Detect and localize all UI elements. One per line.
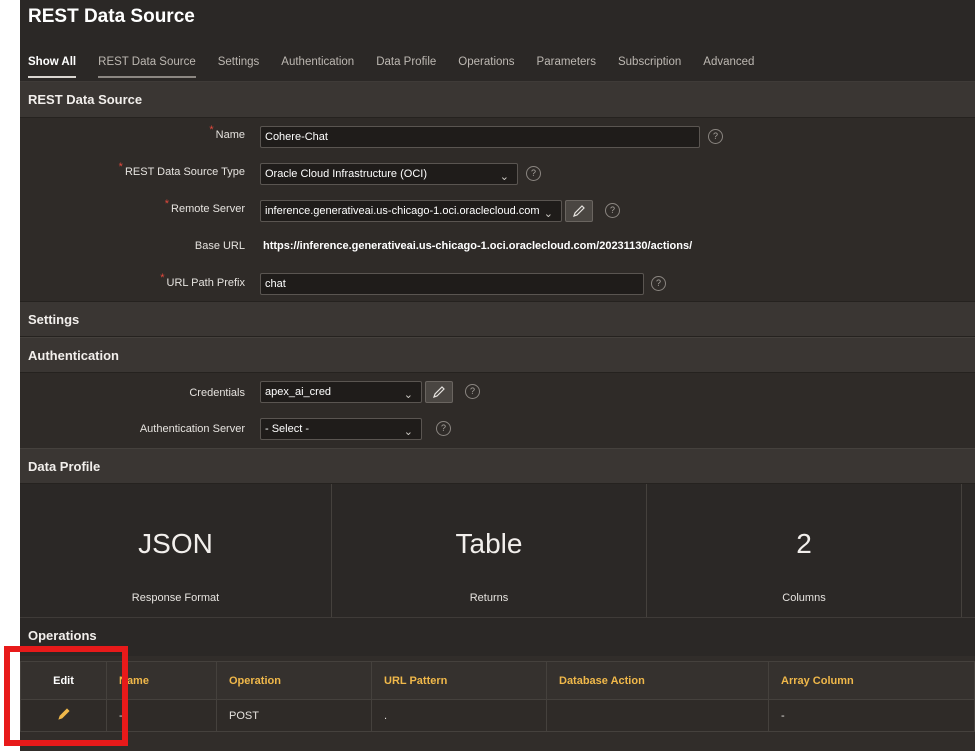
pencil-icon[interactable] (56, 706, 72, 722)
response-format-card: JSON Response Format (20, 484, 332, 617)
tab-show-all[interactable]: Show All (28, 56, 77, 78)
help-icon[interactable]: ? (436, 421, 451, 436)
column-header-url-pattern[interactable]: URL Pattern (371, 661, 547, 700)
table-header-row: Edit Name Operation URL Pattern Database… (20, 661, 975, 700)
tab-parameters[interactable]: Parameters (537, 56, 596, 78)
required-marker: * (118, 161, 123, 173)
auth-server-label: Authentication Server (139, 423, 245, 435)
tab-settings[interactable]: Settings (218, 56, 260, 78)
response-format-label: Response Format (131, 592, 220, 604)
returns-card: Table Returns (332, 484, 647, 617)
edit-server-button[interactable] (565, 200, 593, 222)
remote-server-select[interactable]: inference.generativeai.us-chicago-1.oci.… (260, 200, 562, 222)
edit-row-cell[interactable] (20, 699, 107, 732)
operations-section-title: Operations (20, 618, 975, 656)
required-marker: * (160, 272, 165, 284)
rest-data-source-section: * Name Cohere-Chat ? * REST Data Source Ty… (20, 118, 975, 301)
chevron-down-icon: ⌄ (403, 389, 413, 401)
column-header-array-column[interactable]: Array Column (768, 661, 975, 700)
column-header-database-action[interactable]: Database Action (546, 661, 769, 700)
pencil-icon (573, 205, 585, 217)
server-label: * Remote Server (164, 198, 245, 215)
help-icon[interactable]: ? (526, 166, 541, 181)
edit-credentials-button[interactable] (425, 381, 453, 403)
auth-server-select[interactable]: - Select - ⌄ (260, 418, 422, 440)
type-select[interactable]: Oracle Cloud Infrastructure (OCI) ⌄ (260, 163, 518, 185)
type-label: * REST Data Source Type (118, 161, 245, 178)
page-title: REST Data Source (28, 6, 195, 27)
credentials-select[interactable]: apex_ai_cred ⌄ (260, 381, 422, 403)
help-icon[interactable]: ? (651, 276, 666, 291)
tab-data-profile[interactable]: Data Profile (376, 56, 436, 78)
columns-card: 2 Columns (647, 484, 962, 617)
columns-label: Columns (782, 592, 826, 604)
row-url-pattern: . (371, 699, 547, 732)
columns-value: 2 (796, 528, 812, 559)
tab-advanced[interactable]: Advanced (703, 56, 754, 78)
returns-label: Returns (469, 592, 509, 604)
table-row: - POST . - (20, 699, 975, 732)
url-path-prefix-field[interactable]: chat (260, 273, 644, 295)
row-array-column: - (768, 699, 975, 732)
operations-table: Edit Name Operation URL Pattern Database… (20, 661, 975, 732)
credentials-label: Credentials (189, 387, 245, 399)
chevron-down-icon: ⌄ (403, 426, 413, 438)
name-label: * Name (209, 124, 245, 141)
help-icon[interactable]: ? (708, 129, 723, 144)
row-database-action (546, 699, 769, 732)
data-profile-section-title: Data Profile (20, 448, 975, 484)
row-operation: POST (216, 699, 372, 732)
chevron-down-icon: ⌄ (543, 208, 553, 220)
base-url-label: Base URL (194, 240, 245, 252)
required-marker: * (164, 198, 170, 210)
authentication-section-title: Authentication (20, 337, 975, 373)
tab-rest-data-source[interactable]: REST Data Source (98, 56, 196, 78)
response-format-value: JSON (138, 528, 213, 559)
prefix-label: * URL Path Prefix (160, 272, 245, 289)
column-header-name[interactable]: Name (106, 661, 217, 700)
app-window: REST Data Source Show All REST Data Sour… (20, 0, 975, 751)
authentication-section: Credentials apex_ai_cred ⌄ ? Authenticat… (20, 373, 975, 448)
returns-value: Table (455, 528, 523, 559)
base-url-value: https://inference.generativeai.us-chicag… (263, 240, 693, 252)
tab-operations[interactable]: Operations (458, 56, 514, 78)
rest-data-source-section-title: REST Data Source (20, 82, 975, 118)
settings-section-title: Settings (20, 301, 975, 337)
chevron-down-icon: ⌄ (499, 171, 509, 183)
tab-bar: Show All REST Data Source Settings Authe… (28, 56, 776, 78)
data-profile-cards: JSON Response Format Table Returns 2 Col… (20, 484, 975, 618)
column-header-edit: Edit (20, 661, 107, 700)
help-icon[interactable]: ? (465, 384, 480, 399)
help-icon[interactable]: ? (605, 203, 620, 218)
pencil-icon (433, 386, 445, 398)
column-header-operation[interactable]: Operation (216, 661, 372, 700)
tab-authentication[interactable]: Authentication (281, 56, 354, 78)
row-name: - (106, 699, 217, 732)
required-marker: * (209, 124, 214, 136)
tab-subscription[interactable]: Subscription (618, 56, 681, 78)
name-field[interactable]: Cohere-Chat (260, 126, 700, 148)
page-header: REST Data Source Show All REST Data Sour… (20, 0, 975, 82)
